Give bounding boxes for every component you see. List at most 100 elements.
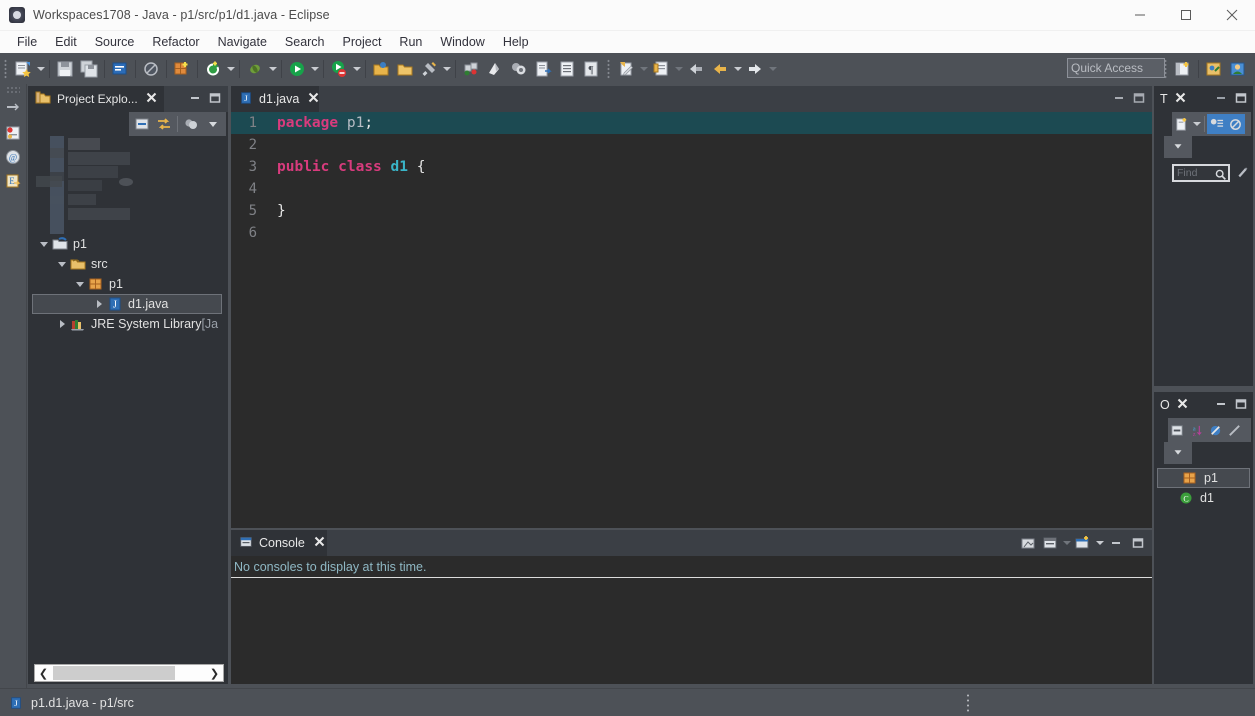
run-external-tools-icon[interactable] [328, 58, 350, 80]
perspective-grip[interactable] [1164, 59, 1167, 79]
display-selected-console-dropdown-icon[interactable] [1061, 532, 1072, 554]
minimize-window-button[interactable] [1117, 0, 1163, 30]
minimize-icon[interactable] [1211, 88, 1231, 108]
code-line[interactable]: 3 public class d1 { [231, 156, 1152, 178]
close-icon[interactable] [1175, 92, 1186, 106]
new-task-dropdown-icon[interactable] [1191, 113, 1202, 135]
new-java-project-icon[interactable] [460, 58, 482, 80]
new-wizard-icon[interactable] [12, 58, 34, 80]
maximize-icon[interactable] [1231, 88, 1251, 108]
forward-nav-icon[interactable] [744, 58, 766, 80]
menu-refactor[interactable]: Refactor [143, 33, 208, 51]
maximize-window-button[interactable] [1163, 0, 1209, 30]
javadoc-view-icon[interactable]: @ [4, 148, 22, 166]
toolbar-grip[interactable] [4, 58, 7, 79]
next-annotation-icon[interactable] [532, 58, 554, 80]
code-line[interactable]: 1 package p1; [231, 112, 1152, 134]
last-edit-location-icon[interactable] [615, 58, 637, 80]
pencil-icon[interactable] [1236, 165, 1249, 181]
tree-row[interactable]: p1 [28, 234, 228, 254]
problems-view-icon[interactable] [4, 124, 22, 142]
minimize-icon[interactable] [1211, 394, 1231, 414]
scrollbar-thumb[interactable] [53, 666, 175, 680]
close-icon[interactable] [146, 92, 157, 106]
clear-console-icon[interactable] [1017, 532, 1039, 554]
maximize-icon[interactable] [205, 88, 225, 108]
minimize-icon[interactable] [185, 88, 205, 108]
tree-row[interactable]: J d1.java [32, 294, 222, 314]
maximize-icon[interactable] [1129, 88, 1149, 108]
close-icon[interactable] [308, 92, 319, 106]
status-bar-grip[interactable] [966, 693, 970, 713]
forward-dropdown-icon[interactable] [767, 58, 778, 80]
back-dropdown-icon[interactable] [732, 58, 743, 80]
search-icon[interactable] [1213, 167, 1227, 181]
search-icon[interactable] [418, 58, 440, 80]
toolbar-grip[interactable] [607, 58, 610, 79]
twisty-icon[interactable] [72, 282, 88, 287]
new-folder-icon[interactable] [484, 58, 506, 80]
new-task-icon[interactable] [1172, 114, 1191, 134]
twisty-icon[interactable] [91, 300, 107, 308]
categorize-icon[interactable] [1207, 114, 1226, 134]
close-window-button[interactable] [1209, 0, 1255, 30]
new-wizard-dropdown-icon[interactable] [35, 58, 46, 80]
code-editor[interactable]: 1 package p1; 2 3 public class d1 { 4 5 [231, 112, 1152, 528]
restore-icon[interactable] [4, 100, 22, 118]
run-dropdown-icon[interactable] [309, 58, 320, 80]
focus-on-active-task-icon[interactable] [180, 114, 202, 134]
maximize-icon[interactable] [1127, 532, 1149, 554]
twisty-icon[interactable] [54, 262, 70, 267]
tree-row[interactable]: JRE System Library [Ja [28, 314, 228, 334]
last-edit-location-dropdown-icon[interactable] [638, 58, 649, 80]
new-package-icon[interactable] [171, 58, 193, 80]
open-perspective-icon[interactable] [1171, 56, 1195, 82]
save-all-icon[interactable] [78, 58, 100, 80]
open-console-icon[interactable] [1072, 532, 1094, 554]
display-selected-console-icon[interactable] [1039, 532, 1061, 554]
task-list-view-menu[interactable] [1164, 136, 1192, 158]
view-menu-icon[interactable] [1171, 139, 1185, 156]
sort-icon[interactable]: a z [1187, 420, 1206, 440]
minimize-icon[interactable] [1105, 532, 1127, 554]
code-line[interactable]: 4 [231, 178, 1152, 200]
console-body[interactable]: No consoles to display at this time. [231, 556, 1152, 684]
run-external-tools-dropdown-icon[interactable] [351, 58, 362, 80]
hide-fields-icon[interactable] [1206, 420, 1225, 440]
menu-help[interactable]: Help [494, 33, 538, 51]
search-dropdown-icon[interactable] [441, 58, 452, 80]
list-item[interactable]: C d1 [1154, 488, 1253, 508]
code-line[interactable]: 5 } [231, 200, 1152, 222]
shortcut-bar-grip[interactable] [6, 86, 20, 94]
maximize-icon[interactable] [1231, 394, 1251, 414]
debug-icon[interactable] [244, 58, 266, 80]
collapse-all-icon[interactable] [1168, 420, 1187, 440]
menu-window[interactable]: Window [431, 33, 493, 51]
tree-row[interactable]: src [28, 254, 228, 274]
menu-run[interactable]: Run [390, 33, 431, 51]
menu-navigate[interactable]: Navigate [209, 33, 276, 51]
code-line[interactable]: 2 [231, 134, 1152, 156]
view-menu-icon[interactable] [202, 114, 224, 134]
save-icon[interactable] [54, 58, 76, 80]
twisty-icon[interactable] [54, 320, 70, 328]
tab-d1-java[interactable]: J d1.java [231, 86, 319, 112]
menu-project[interactable]: Project [334, 33, 391, 51]
menu-file[interactable]: File [8, 33, 46, 51]
debug-dropdown-icon[interactable] [267, 58, 278, 80]
link-with-editor-icon[interactable] [153, 114, 175, 134]
list-item[interactable]: p1 [1157, 468, 1250, 488]
collapse-all-icon[interactable] [131, 114, 153, 134]
close-icon[interactable] [1177, 398, 1188, 412]
open-task-list-dropdown-icon[interactable] [673, 58, 684, 80]
open-task-icon[interactable] [394, 58, 416, 80]
build-all-dropdown-icon[interactable] [225, 58, 236, 80]
scroll-right-icon[interactable]: ❯ [206, 665, 223, 681]
previous-annotation-icon[interactable] [556, 58, 578, 80]
open-type-icon[interactable] [370, 58, 392, 80]
forward-icon[interactable] [709, 58, 731, 80]
back-icon[interactable] [685, 58, 707, 80]
view-menu-icon[interactable] [1171, 445, 1185, 462]
tab-console[interactable]: Console [231, 530, 327, 556]
new-java-class-icon[interactable] [109, 58, 131, 80]
